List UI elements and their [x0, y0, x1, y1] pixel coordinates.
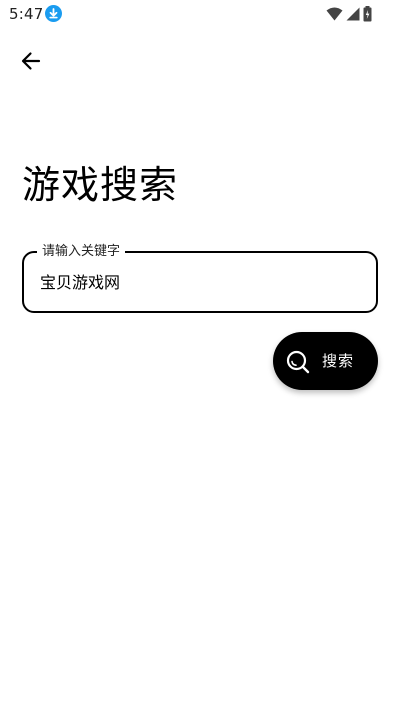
page-title: 游戏搜索 — [22, 163, 179, 207]
search-button-label: 搜索 — [322, 352, 355, 370]
search-button[interactable]: 搜索 — [273, 332, 378, 390]
download-icon — [45, 5, 62, 22]
status-bar: 5:47 — [0, 0, 400, 28]
wifi-icon — [323, 7, 343, 21]
status-icons — [323, 5, 372, 22]
arrow-left-icon — [20, 50, 42, 76]
search-input[interactable] — [40, 266, 360, 296]
status-time: 5:47 — [9, 5, 44, 23]
battery-icon — [360, 5, 372, 22]
search-icon — [285, 349, 311, 375]
search-field-label: 请输入关键字 — [37, 243, 126, 261]
search-field[interactable]: 请输入关键字 — [22, 243, 378, 313]
back-button[interactable] — [14, 46, 48, 80]
cell-signal-icon — [343, 7, 360, 21]
